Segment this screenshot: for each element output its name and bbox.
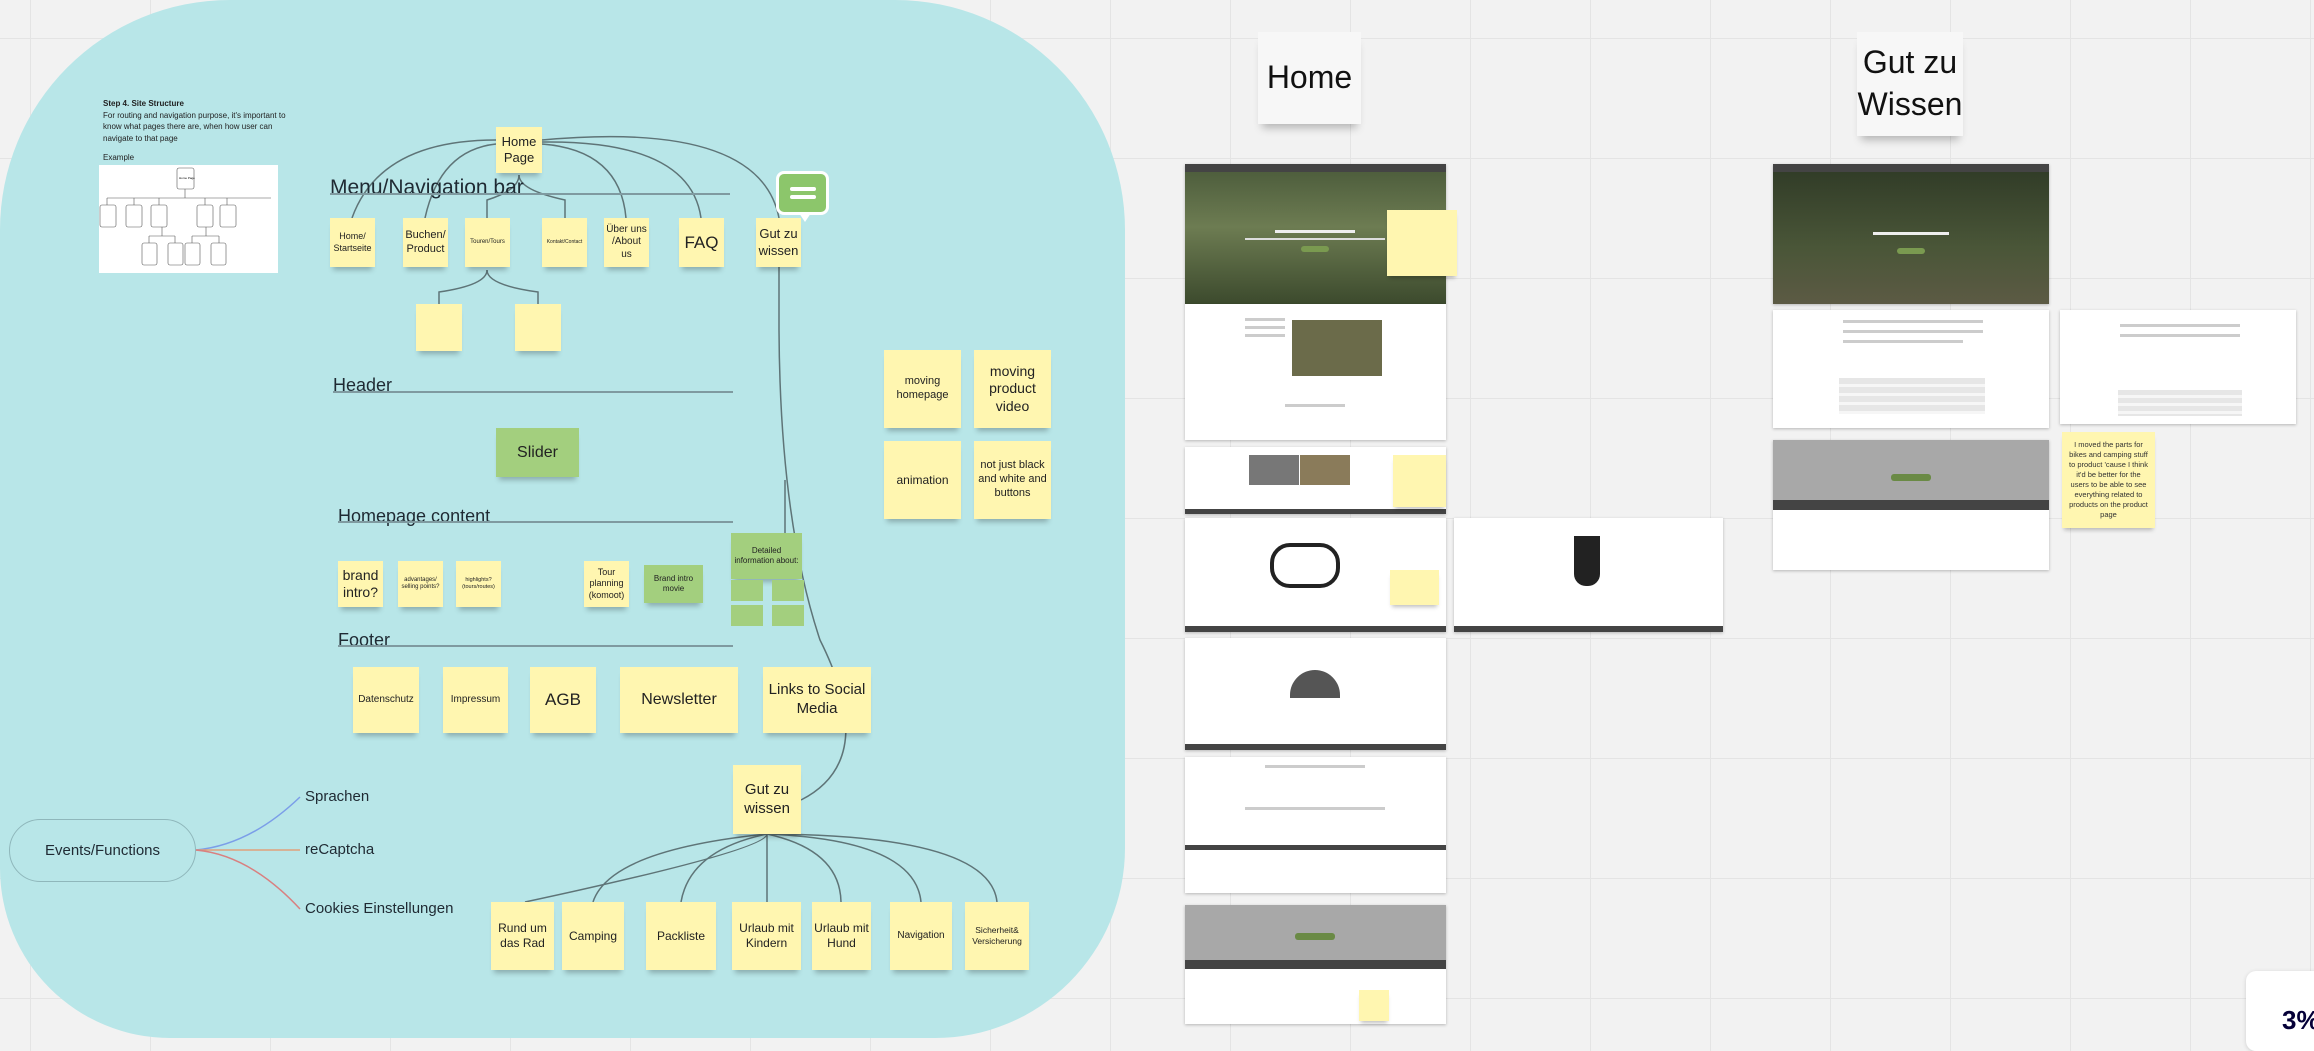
- content-stickies-3[interactable]: Tour planning (komoot): [584, 561, 629, 607]
- event-cookies[interactable]: Cookies Einstellungen: [305, 900, 453, 917]
- idea-stickies-2[interactable]: animation: [884, 441, 961, 519]
- idea-stickies-0[interactable]: moving homepage: [884, 350, 961, 428]
- gut-mockup-content[interactable]: [1773, 310, 2049, 428]
- home-mockup-features-section[interactable]: [1185, 757, 1446, 893]
- home-title-sticky[interactable]: Home: [1258, 32, 1361, 124]
- step-heading: Step 4. Site Structure: [103, 99, 184, 108]
- section-menu-label: Menu/Navigation bar: [330, 176, 524, 199]
- gut-children-0[interactable]: Rund um das Rad: [491, 902, 554, 970]
- connector: [766, 833, 842, 903]
- root-sticky[interactable]: Home Page: [496, 127, 542, 173]
- content-stickies-5[interactable]: Detailed information about:: [731, 533, 802, 579]
- footer-stickies-4[interactable]: Links to Social Media: [763, 667, 871, 733]
- menu-stickies-2[interactable]: Touren/Tours: [465, 218, 510, 267]
- menu-stickies-6[interactable]: Gut zu wissen: [756, 218, 801, 267]
- gut-children-5[interactable]: Navigation: [890, 902, 952, 970]
- gut-mockup-hero[interactable]: [1773, 164, 2049, 304]
- idea-stickies-3[interactable]: not just black and white and buttons: [974, 441, 1051, 519]
- connector: [766, 833, 998, 903]
- idea-stickies-1[interactable]: moving product video: [974, 350, 1051, 428]
- content-stickies-1[interactable]: advantages/ selling points?: [398, 561, 443, 607]
- gut-zu-wissen-sticky[interactable]: Gut zu wissen: [733, 765, 801, 834]
- home-feedback-note[interactable]: [1387, 210, 1457, 276]
- menu-stickies-3[interactable]: Kontakt/Contact: [542, 218, 587, 267]
- home-feedback-note[interactable]: [1393, 455, 1446, 507]
- footer-stickies-1[interactable]: Impressum: [443, 667, 508, 733]
- gut-children-3[interactable]: Urlaub mit Kindern: [732, 902, 801, 970]
- connector: [541, 143, 627, 219]
- home-feedback-note[interactable]: [1390, 570, 1439, 605]
- footer-stickies-0[interactable]: Datenschutz: [353, 667, 419, 733]
- menu-stickies-4[interactable]: Über uns /About us: [604, 218, 649, 267]
- connector: [438, 269, 488, 304]
- blank-stickies-0[interactable]: [416, 304, 462, 351]
- example-sitemap-image: Home Page: [99, 165, 278, 273]
- section-divider: [338, 521, 733, 523]
- event-connector-sprachen: [195, 796, 301, 851]
- example-label: Example: [103, 153, 135, 163]
- gut-children-6[interactable]: Sicherheit& Versicherung: [965, 902, 1029, 970]
- content-stickies-0[interactable]: brand intro?: [338, 561, 383, 607]
- blank-stickies-1[interactable]: [515, 304, 561, 351]
- gut-children-1[interactable]: Camping: [562, 902, 624, 970]
- connector: [541, 141, 702, 219]
- connector: [486, 269, 539, 304]
- section-divider: [338, 645, 733, 647]
- home-mockup-intro-section[interactable]: [1185, 304, 1446, 440]
- footer-stickies-3[interactable]: Newsletter: [620, 667, 738, 733]
- gut-children-2[interactable]: Packliste: [646, 902, 716, 970]
- zoom-indicator[interactable]: 3%: [2246, 971, 2314, 1051]
- gut-mockup-footer[interactable]: [1773, 440, 2049, 570]
- content-stickies-4[interactable]: Brand intro movie: [644, 565, 703, 603]
- event-connector-cookies: [195, 849, 301, 910]
- content-stickies-2[interactable]: highlights? (tours/routes): [456, 561, 501, 607]
- section-footer-label: Footer: [338, 630, 391, 650]
- menu-stickies-5[interactable]: FAQ: [679, 218, 724, 267]
- step-description: For routing and navigation purpose, it's…: [103, 110, 286, 143]
- event-sprachen[interactable]: Sprachen: [305, 788, 369, 805]
- connector: [592, 833, 768, 903]
- section-homepage-content-label: Homepage content: [338, 506, 491, 526]
- menu-stickies-1[interactable]: Buchen/ Product: [403, 218, 448, 267]
- gut-children-4[interactable]: Urlaub mit Hund: [812, 902, 871, 970]
- detail-placeholder-sticky[interactable]: [772, 605, 804, 626]
- events-functions-node[interactable]: Events/Functions: [9, 819, 196, 882]
- connector: [524, 833, 768, 903]
- zoom-value: 3%: [2282, 1005, 2314, 1035]
- connector: [766, 833, 922, 903]
- home-feedback-note[interactable]: [1359, 990, 1389, 1021]
- detail-placeholder-sticky[interactable]: [731, 580, 763, 601]
- step-description-block: Step 4. Site Structure For routing and n…: [103, 98, 303, 164]
- menu-stickies-0[interactable]: Home/ Startseite: [330, 218, 375, 267]
- section-divider: [333, 391, 733, 393]
- comment-icon[interactable]: [776, 171, 829, 222]
- header-stickies-0[interactable]: Slider: [496, 428, 579, 477]
- home-mockup-bike-product-alt[interactable]: [1454, 518, 1723, 632]
- gut-mockup-side-page[interactable]: [2060, 310, 2296, 424]
- gut-zu-wissen-title-sticky[interactable]: Gut zu Wissen: [1857, 32, 1963, 136]
- event-recaptcha[interactable]: reCaptcha: [305, 841, 374, 858]
- connector: [541, 135, 780, 219]
- section-divider: [330, 193, 730, 195]
- gut-feedback-note[interactable]: I moved the parts for bikes and camping …: [2062, 432, 2155, 528]
- detail-placeholder-sticky[interactable]: [772, 580, 804, 601]
- footer-stickies-2[interactable]: AGB: [530, 667, 596, 733]
- example-root: Home Page: [179, 176, 195, 180]
- detail-placeholder-sticky[interactable]: [731, 605, 763, 626]
- home-mockup-tent-product[interactable]: [1185, 638, 1446, 750]
- connector: [518, 174, 566, 218]
- home-mockup-footer[interactable]: [1185, 905, 1446, 1024]
